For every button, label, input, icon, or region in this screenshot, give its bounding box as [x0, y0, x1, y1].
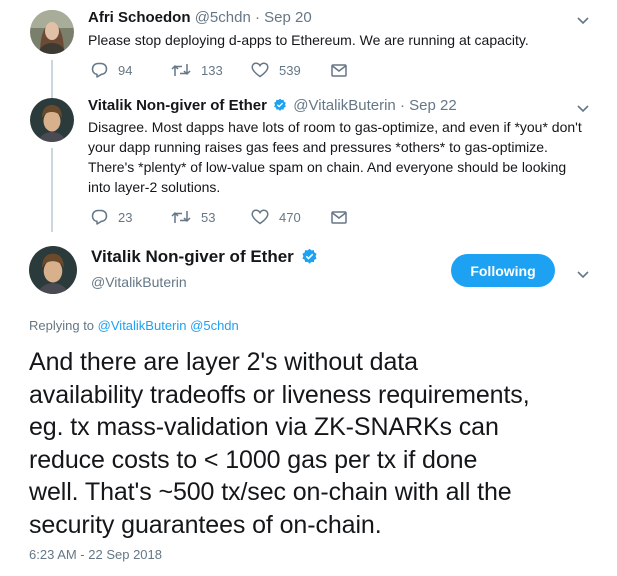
reply-button[interactable]: 23: [91, 209, 171, 225]
avatar-vitalik[interactable]: [30, 98, 74, 142]
verified-badge-icon: [274, 98, 286, 111]
chevron-down-icon[interactable]: [577, 100, 589, 118]
tweet-text-line: Disagree. Most dapps have lots of room t…: [88, 119, 582, 135]
reply-mention-link[interactable]: @5chdn: [190, 318, 239, 333]
tweet-header: Afri Schoedon @5chdn · Sep 20: [88, 9, 312, 26]
main-tweet-text: And there are layer 2's without data ava…: [29, 346, 599, 541]
thread-line-1: [51, 60, 53, 100]
verified-badge-icon: [301, 248, 317, 264]
replying-to-label: Replying to: [29, 318, 95, 333]
reply-mention-link[interactable]: @VitalikButerin: [98, 318, 187, 333]
like-button[interactable]: 470: [251, 209, 331, 225]
tweet-date[interactable]: · Sep 22: [400, 97, 457, 114]
main-tweet-text-line: eg. tx mass-validation via ZK-SNARKs can: [29, 413, 499, 441]
following-button[interactable]: Following: [451, 254, 555, 287]
reply-icon: [91, 209, 108, 225]
tweet-date[interactable]: · Sep 20: [255, 9, 312, 26]
author-name[interactable]: Vitalik Non-giver of Ether: [88, 97, 267, 114]
reply-icon: [91, 62, 108, 78]
main-tweet-text-line: availability tradeoffs or liveness requi…: [29, 380, 530, 409]
author-name[interactable]: Afri Schoedon: [88, 9, 191, 26]
main-tweet-text-line: security guarantees of on-chain.: [29, 510, 382, 539]
tweet-actions: 94 133 539: [91, 60, 347, 80]
message-button[interactable]: [331, 210, 347, 224]
envelope-icon: [331, 63, 347, 77]
retweet-button[interactable]: 133: [171, 63, 251, 78]
retweet-count: 133: [201, 62, 223, 78]
heart-icon: [251, 209, 269, 225]
main-tweet-text-line: reduce costs to < 1000 gas per tx if don…: [29, 445, 478, 474]
tweet-timestamp[interactable]: 6:23 AM - 22 Sep 2018: [29, 547, 162, 562]
main-tweet-text-line: And there are layer 2's without data: [29, 348, 418, 376]
like-count: 470: [279, 209, 301, 225]
envelope-icon: [331, 210, 347, 224]
replying-to: Replying to @VitalikButerin @5chdn: [29, 318, 239, 333]
retweet-count: 53: [201, 209, 216, 225]
like-button[interactable]: 539: [251, 62, 331, 78]
reply-count: 94: [118, 62, 133, 78]
tweet-text: Please stop deploying d-apps to Ethereum…: [88, 32, 529, 48]
tweet-text: Disagree. Most dapps have lots of room t…: [88, 117, 613, 197]
author-handle[interactable]: @VitalikButerin: [91, 274, 187, 290]
retweet-button[interactable]: 53: [171, 210, 251, 225]
author-name-text[interactable]: Vitalik Non-giver of Ether: [91, 247, 294, 266]
chevron-down-icon[interactable]: [577, 12, 589, 30]
retweet-icon: [171, 64, 191, 76]
heart-icon: [251, 62, 269, 78]
author-name[interactable]: Vitalik Non-giver of Ether: [91, 247, 320, 267]
reply-button[interactable]: 94: [91, 62, 171, 78]
tweet-text-line: into layer-2 solutions.: [88, 179, 221, 195]
tweet-text-line: your dapp running raises gas fees and pr…: [88, 139, 548, 155]
like-count: 539: [279, 62, 301, 78]
author-handle[interactable]: @VitalikButerin: [293, 97, 396, 114]
avatar-vitalik-main[interactable]: [29, 246, 77, 294]
thread-line-2: [51, 148, 53, 232]
avatar-afri[interactable]: [30, 10, 74, 54]
tweet-header: Vitalik Non-giver of Ether @VitalikButer…: [88, 97, 457, 114]
retweet-icon: [171, 211, 191, 223]
chevron-down-icon[interactable]: [577, 266, 589, 284]
reply-count: 23: [118, 209, 133, 225]
main-tweet-text-line: well. That's ~500 tx/sec on-chain with a…: [29, 478, 512, 506]
author-handle[interactable]: @5chdn: [195, 9, 251, 26]
tweet-text-line: There's *plenty* of low-value spam on ch…: [88, 159, 567, 175]
tweet-actions: 23 53 470: [91, 207, 347, 227]
message-button[interactable]: [331, 63, 347, 77]
